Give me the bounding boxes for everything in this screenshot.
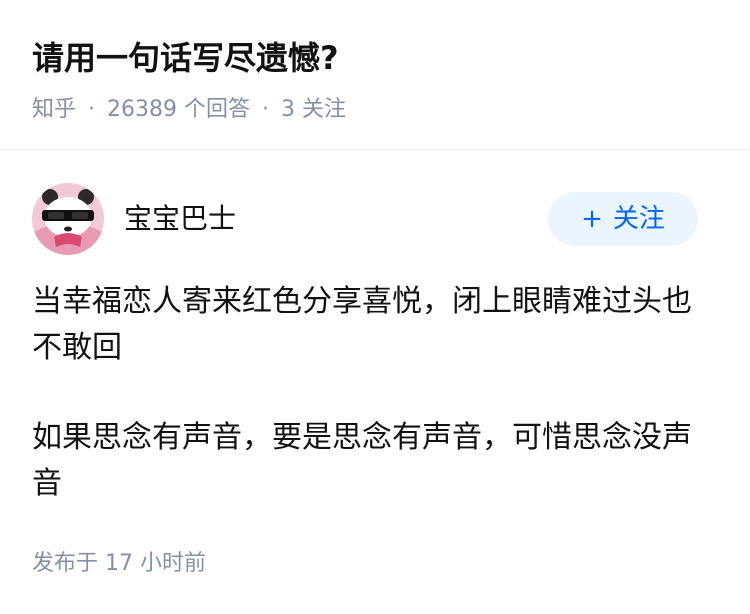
source-label[interactable]: 知乎 bbox=[32, 97, 76, 122]
follow-count: 3 bbox=[281, 97, 296, 122]
question-title[interactable]: 请用一句话写尽遗憾? bbox=[32, 36, 339, 80]
answer-card: 宝宝巴士 + 关注 当幸福恋人寄来红色分享喜悦，闭上眼睛难过头也不敢回 如果思念有… bbox=[0, 151, 750, 614]
answer-count-label: 个回答 bbox=[184, 97, 251, 122]
author-row: 宝宝巴士 + 关注 bbox=[32, 183, 718, 255]
panda-avatar-icon bbox=[32, 183, 104, 255]
answer-paragraph: 当幸福恋人寄来红色分享喜悦，闭上眼睛难过头也不敢回 bbox=[32, 284, 692, 365]
answer-count: 26389 bbox=[107, 97, 178, 122]
author-name[interactable]: 宝宝巴士 bbox=[124, 199, 236, 239]
separator-dot: · bbox=[88, 97, 96, 122]
publish-time: 发布于 17 小时前 bbox=[32, 551, 206, 576]
follow-button-label: 关注 bbox=[612, 204, 665, 234]
separator-dot: · bbox=[262, 97, 270, 122]
question-meta: 知乎 · 26389 个回答 · 3 关注 bbox=[32, 94, 346, 126]
follow-button[interactable]: + 关注 bbox=[548, 192, 698, 246]
follow-count-label: 关注 bbox=[302, 97, 347, 122]
plus-icon: + bbox=[581, 204, 603, 234]
answer-paragraph: 如果思念有声音，要是思念有声音，可惜思念没声音 bbox=[32, 420, 692, 501]
avatar[interactable] bbox=[32, 183, 104, 255]
question-header: 请用一句话写尽遗憾? 知乎 · 26389 个回答 · 3 关注 bbox=[0, 0, 750, 150]
